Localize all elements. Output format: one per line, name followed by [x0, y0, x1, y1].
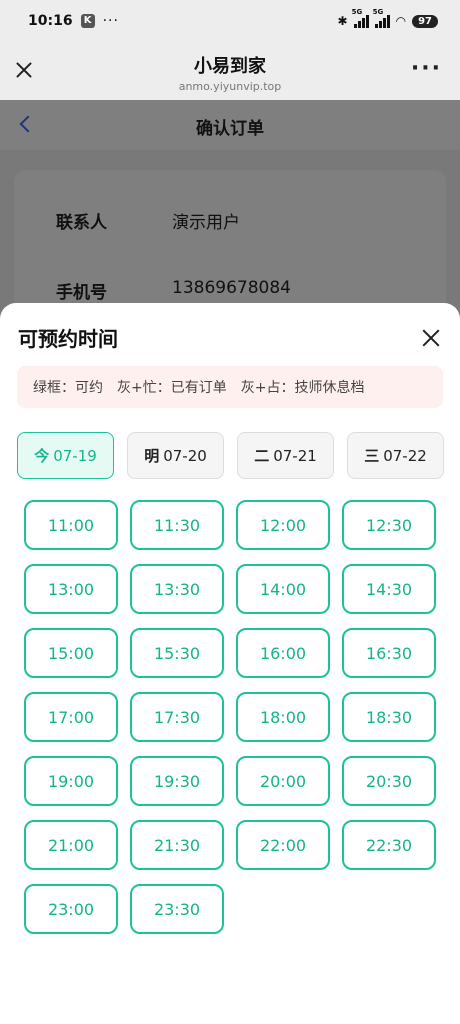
time-slot-button[interactable]: 16:30 — [342, 628, 436, 678]
signal-icon: 5G — [373, 8, 390, 28]
bluetooth-icon: ✱ — [337, 14, 348, 28]
status-bar: 10:16 K ··· ✱ 5G 5G ◠ 97 — [0, 0, 460, 42]
legend: 绿框：可约 灰+忙：已有订单 灰+占：技师休息档 — [17, 366, 443, 408]
time-slot-button[interactable]: 23:30 — [130, 884, 224, 934]
time-slot-button[interactable]: 15:30 — [130, 628, 224, 678]
time-slot-button[interactable]: 20:30 — [342, 756, 436, 806]
time-slot-button[interactable]: 13:30 — [130, 564, 224, 614]
time-slot-button[interactable]: 12:30 — [342, 500, 436, 550]
status-left: 10:16 K ··· — [28, 13, 119, 29]
time-slot-button[interactable]: 19:30 — [130, 756, 224, 806]
time-slot-button[interactable]: 13:00 — [24, 564, 118, 614]
time-slot-button[interactable]: 23:00 — [24, 884, 118, 934]
time-slot-button[interactable]: 11:00 — [24, 500, 118, 550]
date-tab[interactable]: 今 07-19 — [17, 432, 114, 479]
date-tab-day: 今 — [34, 447, 50, 465]
time-slot-button[interactable]: 17:30 — [130, 692, 224, 742]
date-tabs: 今 07-19 明 07-20 二 07-21 三 07-22 — [17, 432, 444, 479]
time-picker-sheet: 可预约时间 绿框：可约 灰+忙：已有订单 灰+占：技师休息档 今 07-19 明 07… — [0, 303, 460, 1024]
time-slot-button[interactable]: 11:30 — [130, 500, 224, 550]
date-tab[interactable]: 三 07-22 — [347, 432, 444, 479]
close-icon[interactable] — [420, 327, 442, 349]
time-slot-button[interactable]: 14:30 — [342, 564, 436, 614]
status-right: ✱ 5G 5G ◠ 97 — [337, 8, 438, 28]
app-notification-icon: K — [80, 14, 95, 28]
legend-busy: 灰+忙：已有订单 — [117, 380, 227, 396]
date-tab-day: 明 — [144, 447, 160, 465]
legend-available: 绿框：可约 — [33, 380, 103, 396]
date-tab-date: 07-21 — [273, 446, 317, 465]
time-slot-button[interactable]: 14:00 — [236, 564, 330, 614]
more-icon[interactable]: ··· — [411, 58, 442, 80]
date-tab-day: 二 — [254, 447, 270, 465]
time-slot-button[interactable]: 22:00 — [236, 820, 330, 870]
battery-icon: 97 — [412, 14, 438, 28]
legend-occupied: 灰+占：技师休息档 — [240, 380, 365, 396]
date-tab-date: 07-20 — [163, 446, 207, 465]
status-time: 10:16 — [28, 13, 73, 29]
date-tab-date: 07-22 — [383, 446, 427, 465]
time-slot-button[interactable]: 21:30 — [130, 820, 224, 870]
time-slot-button[interactable]: 15:00 — [24, 628, 118, 678]
time-slot-button[interactable]: 20:00 — [236, 756, 330, 806]
time-slot-button[interactable]: 19:00 — [24, 756, 118, 806]
date-tab-date: 07-19 — [53, 446, 97, 465]
time-slot-button[interactable]: 22:30 — [342, 820, 436, 870]
page-url: anmo.yiyunvip.top — [178, 80, 282, 93]
date-tab[interactable]: 二 07-21 — [237, 432, 334, 479]
time-slot-button[interactable]: 21:00 — [24, 820, 118, 870]
more-notifications-icon: ··· — [102, 13, 119, 29]
browser-header: 小易到家 anmo.yiyunvip.top ··· — [0, 42, 460, 100]
time-slot-button[interactable]: 18:00 — [236, 692, 330, 742]
time-slot-button[interactable]: 16:00 — [236, 628, 330, 678]
time-slot-button[interactable]: 12:00 — [236, 500, 330, 550]
time-slot-button[interactable]: 17:00 — [24, 692, 118, 742]
time-slot-button[interactable]: 18:30 — [342, 692, 436, 742]
wifi-icon: ◠ — [395, 14, 407, 28]
time-slots: 11:00 11:30 12:00 12:30 13:00 13:30 14:00 14:30… — [24, 500, 444, 934]
date-tab-day: 三 — [364, 447, 380, 465]
date-tab[interactable]: 明 07-20 — [127, 432, 224, 479]
sheet-title: 可预约时间 — [18, 327, 118, 351]
page-title: 小易到家 — [194, 56, 266, 77]
header-titles: 小易到家 anmo.yiyunvip.top — [0, 52, 460, 93]
signal-icon: 5G — [352, 8, 369, 28]
